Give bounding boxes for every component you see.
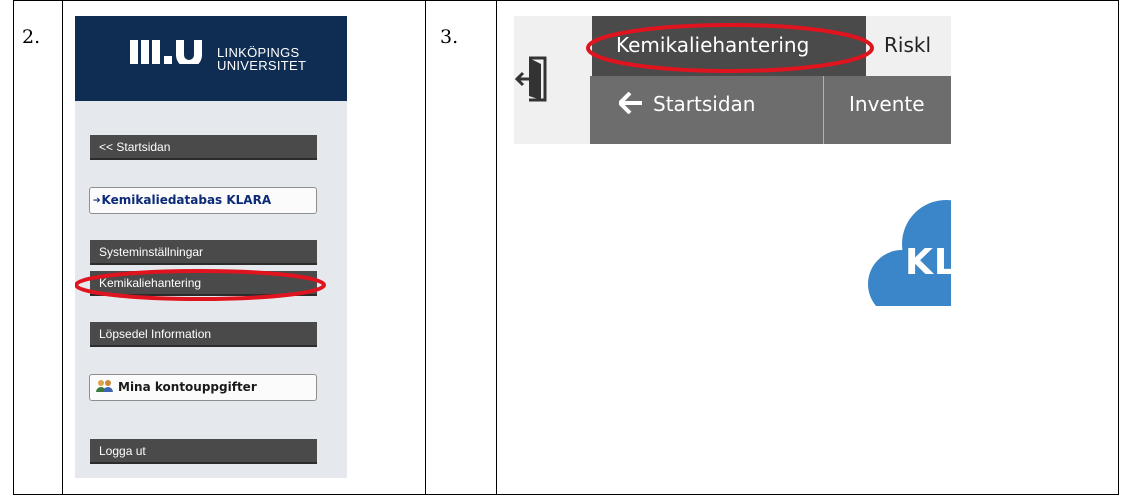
systeminstallningar-button[interactable]: Systeminställningar [90,240,317,265]
liu-header: LINKÖPINGS UNIVERSITET [75,16,347,101]
nav-startsidan-label: Startsidan [653,92,756,116]
startsidan-button[interactable]: << Startsidan [90,135,317,160]
klara-nav-row: Startsidan Invente [590,76,951,144]
tab-risk[interactable]: Riskl [866,16,951,76]
klara-logo-text: KL [905,242,951,283]
tab-kemikaliehantering[interactable]: Kemikaliehantering [592,16,866,76]
arrow-right-icon: ➔ [93,196,101,206]
arrow-left-icon [619,92,642,114]
logga-ut-button[interactable]: Logga ut [90,439,317,464]
mina-kontouppgifter-button[interactable]: Mina kontouppgifter [89,374,317,401]
liu-sidebar-screenshot: LINKÖPINGS UNIVERSITET << Startsidan ➔Ke… [75,16,347,478]
klara-app-screenshot: Kemikaliehantering Riskl Startsidan Inve… [514,16,951,306]
nav-startsidan-button[interactable]: Startsidan [590,76,824,144]
users-icon [96,379,113,392]
klara-database-link[interactable]: ➔Kemikaliedatabas KLARA [89,187,317,214]
liu-name: LINKÖPINGS UNIVERSITET [217,46,306,72]
nav-inventering-button[interactable]: Invente [849,76,925,132]
lopsedel-information-button[interactable]: Löpsedel Information [90,322,317,347]
liu-name-bottom: UNIVERSITET [217,58,307,73]
liu-logo-icon [130,40,202,64]
klara-link-label: Kemikaliedatabas KLARA [101,193,272,207]
table-cell-step3-number [425,0,497,495]
mina-kontouppgifter-label: Mina kontouppgifter [118,380,257,394]
step-number: 2. [22,26,41,48]
step-number: 3. [440,26,459,48]
exit-door-icon[interactable] [515,54,549,104]
kemikaliehantering-button[interactable]: Kemikaliehantering [90,271,317,296]
table-cell-step2-number [13,0,63,495]
table-top-border [13,0,1119,1]
